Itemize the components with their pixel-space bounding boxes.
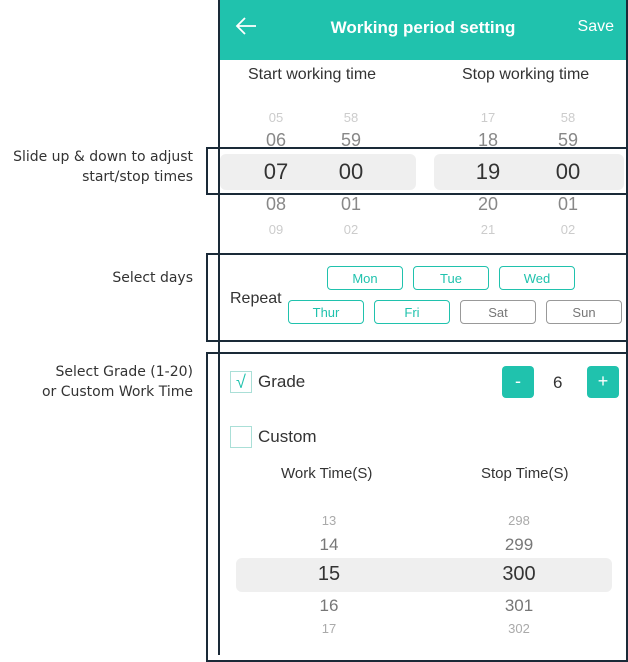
wheel-value-selected: 00 bbox=[338, 159, 364, 184]
wheel-value: 01 bbox=[340, 194, 362, 214]
wheel-value: 58 bbox=[560, 110, 576, 125]
grade-decrement-button[interactable]: - bbox=[502, 366, 534, 398]
repeat-label: Repeat bbox=[230, 290, 282, 307]
wheel-value: 302 bbox=[508, 621, 530, 636]
grade-value: 6 bbox=[553, 373, 563, 392]
wheel-value: 01 bbox=[557, 194, 579, 214]
custom-selection-band bbox=[236, 558, 612, 592]
wheel-value: 16 bbox=[319, 596, 339, 615]
custom-checkbox[interactable] bbox=[230, 426, 252, 448]
wheel-value: 17 bbox=[480, 110, 496, 125]
annotation-times-line1: Slide up & down to adjust bbox=[13, 149, 193, 165]
wheel-value: 20 bbox=[477, 194, 499, 214]
grade-increment-button[interactable]: + bbox=[587, 366, 619, 398]
wheel-value: 58 bbox=[343, 110, 359, 125]
stop-time-label-custom: Stop Time(S) bbox=[481, 465, 569, 482]
day-sun-button[interactable]: Sun bbox=[546, 300, 622, 324]
wheel-value: 13 bbox=[321, 513, 337, 528]
wheel-value: 301 bbox=[504, 596, 534, 615]
wheel-value-selected: 15 bbox=[317, 563, 341, 585]
wheel-value: 06 bbox=[265, 130, 287, 150]
save-button[interactable]: Save bbox=[578, 18, 614, 36]
wheel-value: 17 bbox=[321, 621, 337, 636]
grade-label: Grade bbox=[258, 372, 306, 391]
page-title: Working period setting bbox=[330, 18, 516, 37]
day-mon-button[interactable]: Mon bbox=[327, 266, 403, 290]
wheel-value-selected: 300 bbox=[502, 563, 536, 585]
wheel-value: 09 bbox=[268, 222, 284, 237]
annotation-grade-line2: or Custom Work Time bbox=[41, 384, 193, 400]
work-time-label: Work Time(S) bbox=[281, 465, 373, 482]
top-bar: Working period setting Save bbox=[220, 0, 626, 60]
wheel-value-selected: 07 bbox=[263, 159, 289, 184]
wheel-value-selected: 00 bbox=[555, 159, 581, 184]
app-screen: Working period setting Save Start workin… bbox=[218, 0, 628, 655]
grade-checkbox[interactable]: √ bbox=[230, 371, 252, 393]
annotation-grade-line1: Select Grade (1-20) bbox=[55, 364, 193, 380]
annotation-days: Select days bbox=[112, 268, 193, 288]
wheel-value: 02 bbox=[343, 222, 359, 237]
wheel-value: 21 bbox=[480, 222, 496, 237]
wheel-value: 14 bbox=[319, 535, 339, 554]
wheel-value: 08 bbox=[265, 194, 287, 214]
annotation-times-line2: start/stop times bbox=[82, 169, 193, 185]
annotation-grade: Select Grade (1-20) or Custom Work Time bbox=[42, 362, 193, 402]
day-sat-button[interactable]: Sat bbox=[460, 300, 536, 324]
annotation-days-line: Select days bbox=[112, 270, 193, 286]
wheel-value: 18 bbox=[477, 130, 499, 150]
wheel-value: 02 bbox=[560, 222, 576, 237]
day-tue-button[interactable]: Tue bbox=[413, 266, 489, 290]
wheel-value: 59 bbox=[557, 130, 579, 150]
wheel-value: 298 bbox=[508, 513, 530, 528]
stop-time-label: Stop working time bbox=[462, 66, 590, 83]
check-mark-icon: √ bbox=[236, 372, 246, 392]
wheel-value: 299 bbox=[504, 535, 534, 554]
day-wed-button[interactable]: Wed bbox=[499, 266, 575, 290]
custom-label: Custom bbox=[258, 427, 317, 446]
day-thur-button[interactable]: Thur bbox=[288, 300, 364, 324]
day-fri-button[interactable]: Fri bbox=[374, 300, 450, 324]
start-time-label: Start working time bbox=[248, 66, 377, 83]
wheel-value: 05 bbox=[268, 110, 284, 125]
wheel-value-selected: 19 bbox=[475, 159, 501, 184]
wheel-value: 59 bbox=[340, 130, 362, 150]
annotation-times: Slide up & down to adjust start/stop tim… bbox=[13, 147, 193, 187]
